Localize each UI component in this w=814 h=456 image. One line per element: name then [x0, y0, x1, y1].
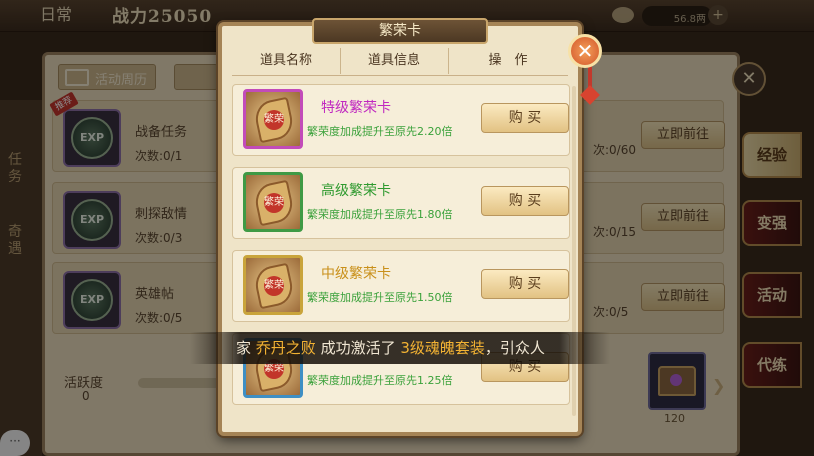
item-row: 繁荣 特级繁荣卡 繁荣度加成提升至原先2.20倍 购 买: [232, 84, 570, 156]
prosperity-card-icon: 繁荣: [243, 255, 303, 315]
seal-stamp: 繁荣: [264, 276, 284, 296]
modal-title: 繁荣卡: [312, 18, 488, 44]
item-row: 繁荣 高级繁荣卡 繁荣度加成提升至原先1.80倍 购 买: [232, 167, 570, 239]
item-name: 高级繁荣卡: [321, 183, 391, 199]
item-description: 繁荣度加成提升至原先1.50倍: [307, 291, 453, 304]
close-icon[interactable]: ✕: [568, 34, 602, 68]
item-name: 中级繁荣卡: [321, 266, 391, 282]
buy-button[interactable]: 购 买: [481, 186, 569, 216]
modal-scrollbar[interactable]: [572, 86, 576, 416]
broadcast-item[interactable]: 3级魂魄套装: [400, 339, 485, 357]
item-row: 繁荣 中级繁荣卡 繁荣度加成提升至原先1.50倍 购 买: [232, 250, 570, 322]
system-broadcast: 家 乔丹之败 成功激活了 3级魂魄套装，引众人: [190, 332, 610, 364]
prosperity-card-icon: 繁荣: [243, 89, 303, 149]
broadcast-suffix: ，引众人: [484, 339, 545, 357]
prosperity-card-modal: 繁荣卡 道具名称 道具信息 操 作 繁荣 特级繁荣卡 繁荣度加成提升至原先2.2…: [218, 18, 602, 436]
item-description: 繁荣度加成提升至原先1.80倍: [307, 208, 453, 221]
seal-stamp: 繁荣: [264, 193, 284, 213]
column-header-info: 道具信息: [367, 53, 420, 68]
item-name: 特级繁荣卡: [321, 100, 391, 116]
item-description: 繁荣度加成提升至原先2.20倍: [307, 125, 453, 138]
column-header-action: 操 作: [488, 53, 528, 68]
column-header-name: 道具名称: [259, 53, 312, 68]
broadcast-player[interactable]: 乔丹之败: [256, 339, 316, 357]
item-description: 繁荣度加成提升至原先1.25倍: [307, 374, 453, 387]
broadcast-middle: 成功激活了: [315, 339, 401, 357]
broadcast-prefix: 家: [236, 339, 256, 357]
buy-button[interactable]: 购 买: [481, 269, 569, 299]
prosperity-card-icon: 繁荣: [243, 172, 303, 232]
seal-stamp: 繁荣: [264, 110, 284, 130]
buy-button[interactable]: 购 买: [481, 103, 569, 133]
